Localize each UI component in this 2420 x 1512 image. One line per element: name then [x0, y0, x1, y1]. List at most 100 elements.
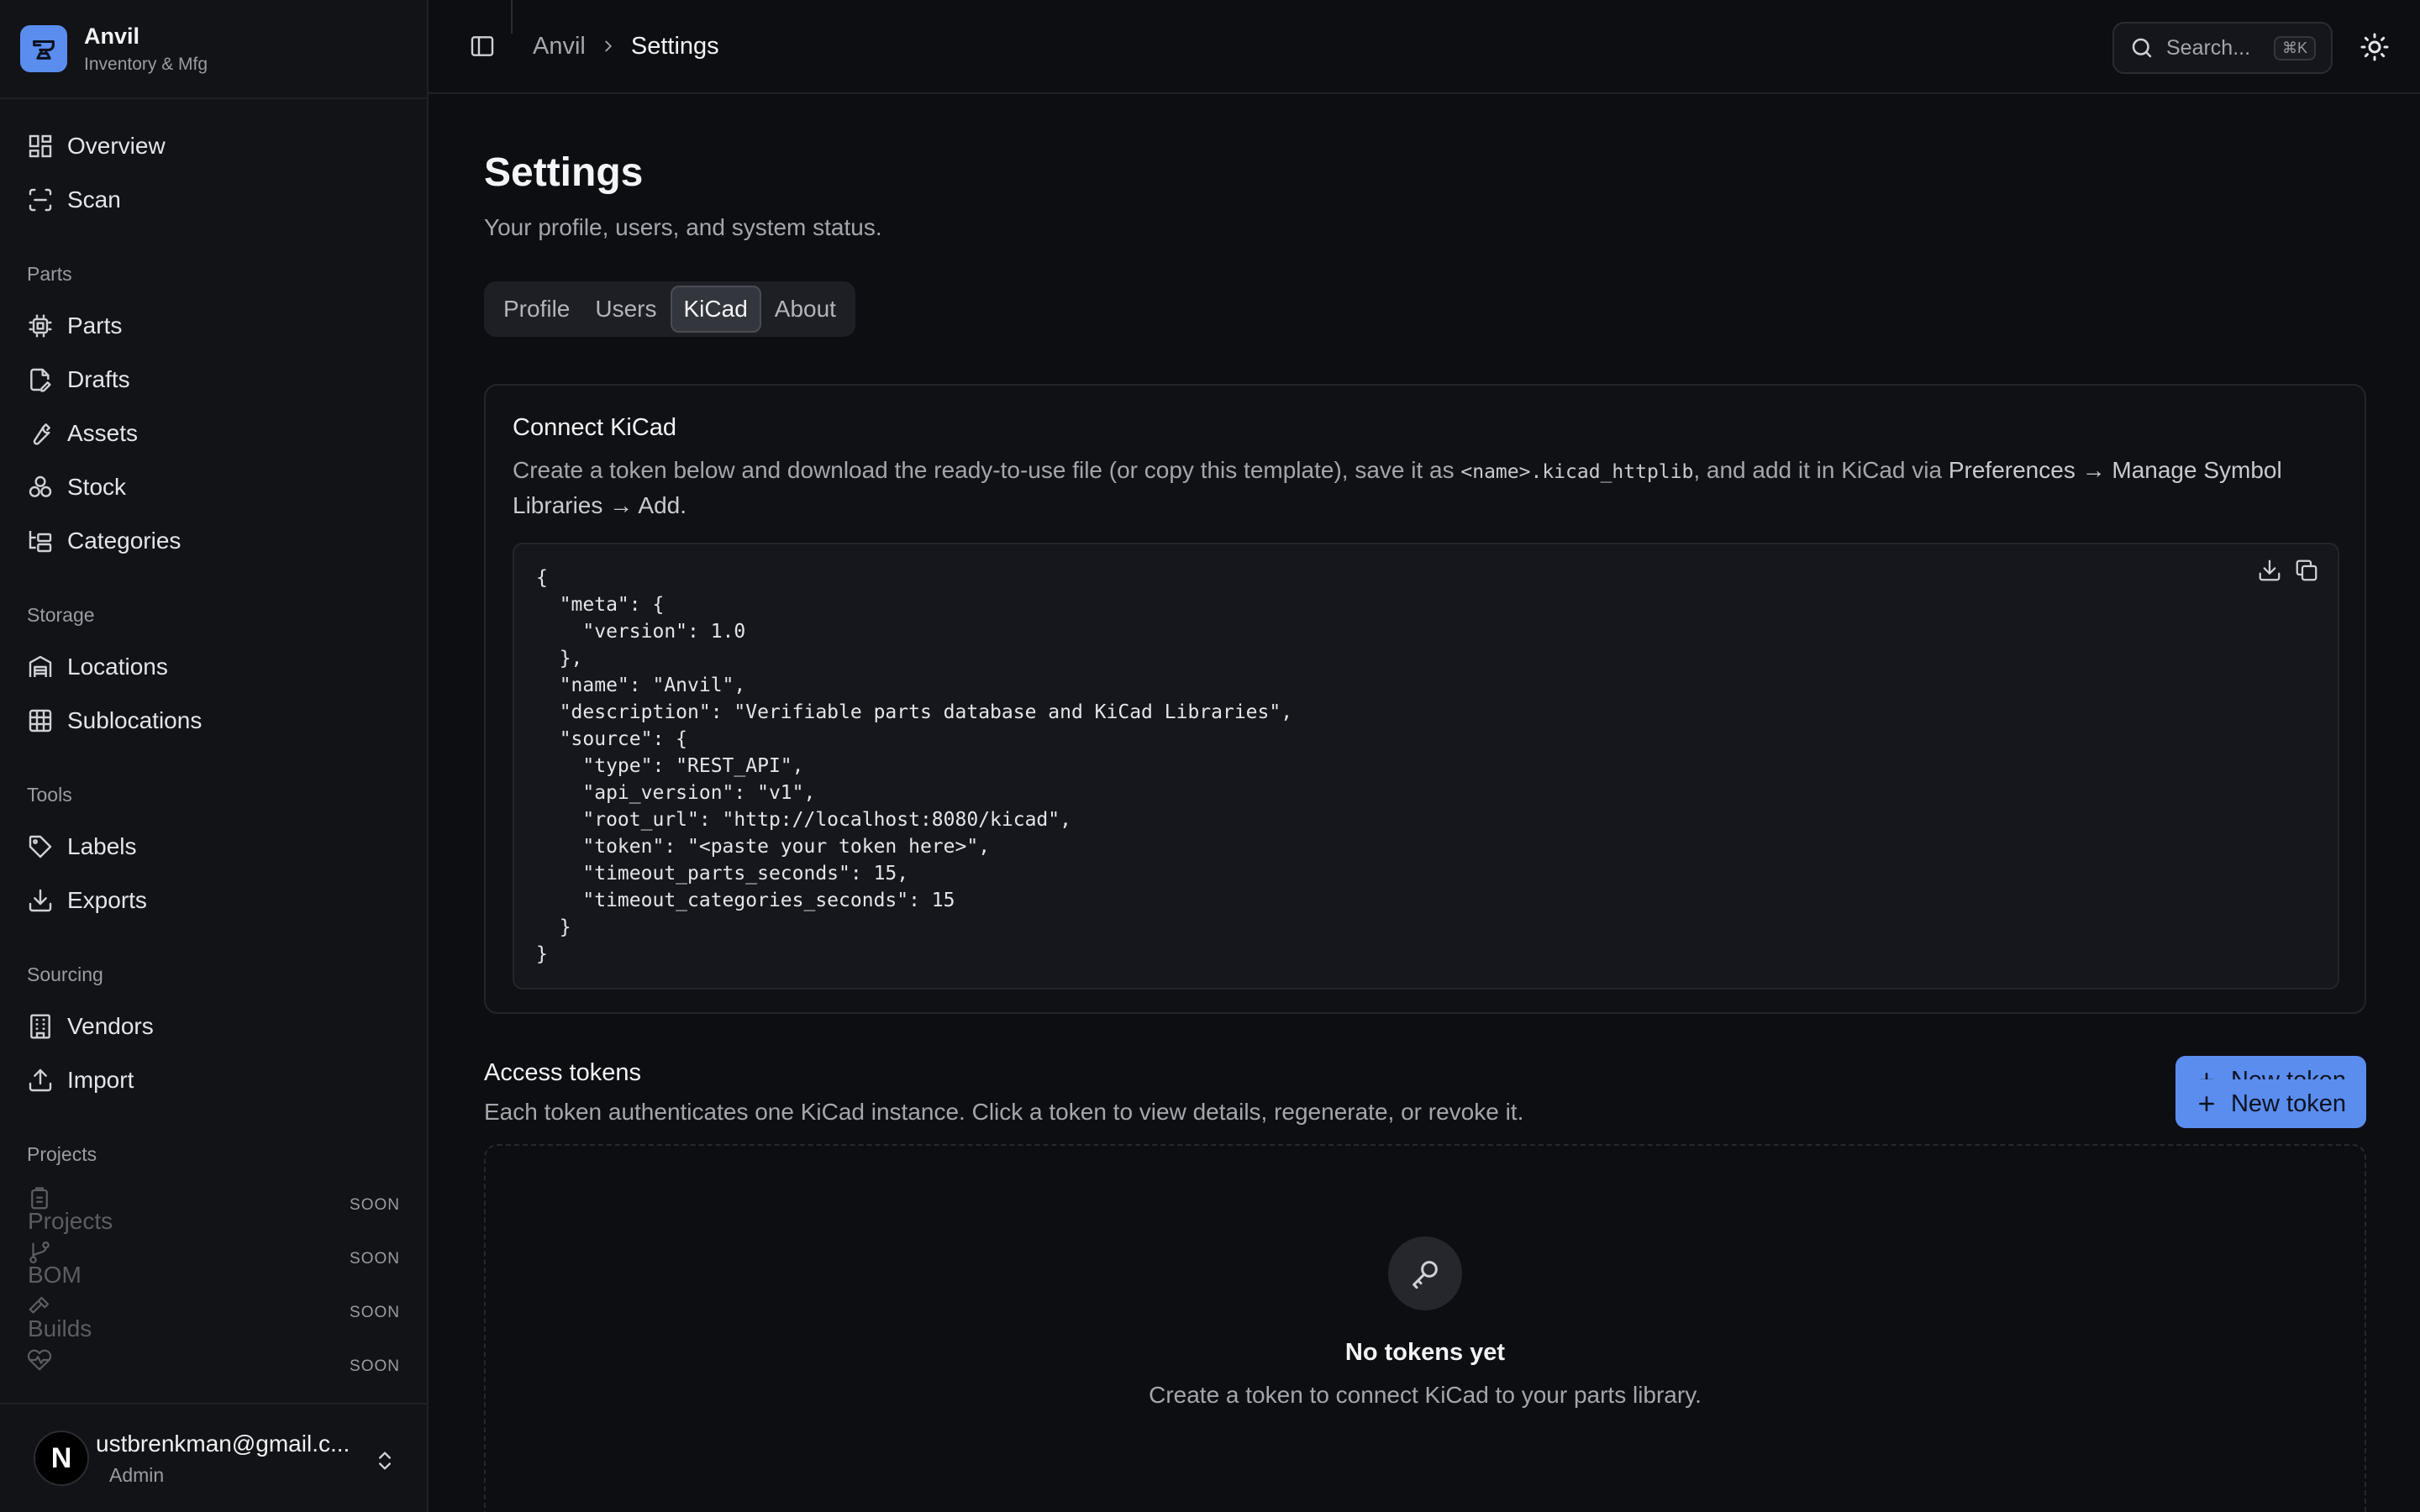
tab-profile[interactable]: Profile	[492, 287, 581, 331]
config-code-block: { "meta": { "version": 1.0 }, "name": "A…	[513, 543, 2339, 990]
sidebar-nav: Overview Scan Parts Parts Drafts Assets …	[0, 99, 427, 1394]
page-subtitle: Your profile, users, and system status.	[484, 214, 882, 240]
scan-icon	[29, 188, 52, 212]
grid-icon	[29, 709, 52, 732]
empty-new-token-button[interactable]: New token	[2175, 1079, 2366, 1128]
search-button[interactable]: Search... ⌘K	[2112, 22, 2333, 74]
settings-tabs: Profile Users KiCad About	[484, 281, 855, 337]
top-header: Anvil Settings Search... ⌘K	[429, 0, 2420, 94]
filename-code: <name>.kicad_httplib	[1460, 461, 1694, 483]
user-role: Admin	[109, 1463, 165, 1486]
sidebar-item-parts[interactable]: Parts	[0, 299, 427, 353]
soon-badge: SOON	[350, 1304, 400, 1321]
sidebar-item-scan[interactable]: Scan	[0, 173, 427, 227]
user-email: ustbrenkman@gmail.c...	[96, 1430, 350, 1457]
tab-users[interactable]: Users	[583, 287, 668, 331]
sidebar-item-projects: Projects SOON	[0, 1179, 427, 1234]
page-title: Settings	[484, 150, 644, 195]
card-title: Connect KiCad	[513, 414, 677, 441]
sidebar-item-locations[interactable]: Locations	[0, 640, 427, 694]
brand-name: Anvil	[84, 23, 140, 49]
sidebar-item-label: Labels	[67, 833, 137, 859]
breadcrumb-link-anvil[interactable]: Anvil	[533, 33, 586, 60]
sidebar-toggle-button[interactable]	[460, 24, 504, 68]
soon-badge: SOON	[350, 1357, 400, 1375]
sidebar-item-vendors[interactable]: Vendors	[0, 1000, 427, 1053]
plus-icon	[2199, 1096, 2214, 1111]
sidebar-item-label: Vendors	[67, 1013, 154, 1039]
card-description: Create a token below and download the re…	[513, 454, 2338, 522]
sidebar-item-drafts[interactable]: Drafts	[0, 353, 427, 407]
soon-badge: SOON	[350, 1196, 400, 1214]
chevron-right-icon	[605, 40, 612, 52]
file-pen-icon	[30, 368, 51, 392]
connect-kicad-card: Connect KiCad Create a token below and d…	[484, 384, 2366, 1014]
brand-subtitle: Inventory & Mfg	[84, 54, 208, 74]
key-icon	[1388, 1236, 1462, 1310]
sun-icon[interactable]	[2360, 32, 2390, 62]
button-label: New token	[2230, 1089, 2346, 1117]
sidebar-item-label: Exports	[67, 887, 147, 913]
heart-pulse-icon	[27, 1349, 52, 1371]
section-title-storage: Storage	[27, 604, 95, 626]
breadcrumb-current: Settings	[630, 32, 719, 60]
sidebar-item-label: Categories	[67, 528, 182, 554]
sidebar-item-label: Assets	[67, 420, 139, 446]
building-icon	[30, 1014, 50, 1039]
sidebar-item-exports[interactable]: Exports	[0, 874, 427, 927]
warehouse-icon	[29, 655, 52, 677]
avatar: N	[34, 1431, 89, 1486]
chip-icon	[29, 314, 52, 338]
sidebar-item-import[interactable]: Import	[0, 1053, 427, 1107]
search-shortcut: ⌘K	[2273, 35, 2316, 60]
sidebar-item-label: BOM	[28, 1262, 82, 1288]
access-tokens-section: Access tokens Each token authenticates o…	[484, 1056, 2366, 1512]
section-subtitle: Each token authenticates one KiCad insta…	[484, 1099, 1524, 1125]
section-title-parts: Parts	[27, 263, 72, 285]
sidebar-item-label: Locations	[67, 654, 168, 680]
section-title-sourcing: Sourcing	[27, 963, 103, 985]
layout-grid-icon	[29, 134, 52, 158]
folder-tree-icon	[29, 531, 52, 553]
copy-icon[interactable]	[2294, 558, 2319, 583]
sidebar-item-label: Overview	[67, 133, 166, 159]
anvil-logo-icon	[20, 25, 67, 72]
section-title-tools: Tools	[27, 784, 72, 806]
sidebar-item-label: Scan	[67, 186, 121, 213]
sidebar-item-label: Sublocations	[67, 707, 203, 733]
sidebar-item-stock[interactable]: Stock	[0, 460, 427, 514]
sidebar-item-bom: BOM SOON	[0, 1233, 427, 1288]
sidebar-item-sublocations[interactable]: Sublocations	[0, 694, 427, 748]
sidebar-item-label: Import	[67, 1067, 134, 1093]
empty-subtitle: Create a token to connect KiCad to your …	[1149, 1382, 1702, 1408]
upload-icon	[29, 1068, 52, 1092]
sidebar-item-label: Builds	[28, 1315, 92, 1341]
sidebar-item-labels[interactable]: Labels	[0, 820, 427, 874]
soon-badge: SOON	[350, 1250, 400, 1268]
breadcrumb: Anvil Settings	[533, 33, 719, 60]
sidebar-item-builds: Builds SOON	[0, 1287, 427, 1341]
sidebar-item-label: Stock	[67, 474, 127, 500]
sidebar-item-categories[interactable]: Categories	[0, 514, 427, 568]
sidebar-item-health: SOON	[0, 1341, 427, 1394]
sidebar-item-overview[interactable]: Overview	[0, 119, 427, 173]
tab-about[interactable]: About	[763, 287, 848, 331]
sidebar: Anvil Inventory & Mfg Overview Scan Part…	[0, 0, 429, 1512]
section-title-projects: Projects	[27, 1143, 97, 1165]
sidebar-item-label: Projects	[28, 1208, 113, 1234]
sidebar-item-label: Parts	[67, 312, 123, 339]
section-title: Access tokens	[484, 1059, 641, 1086]
boxes-icon	[29, 475, 52, 497]
chevrons-up-down-icon	[379, 1452, 391, 1470]
empty-title: No tokens yet	[1344, 1339, 1506, 1366]
desc-text: Create a token below and download the re…	[513, 457, 1461, 483]
tag-icon	[29, 835, 52, 858]
brand[interactable]: Anvil Inventory & Mfg	[0, 0, 427, 99]
sidebar-item-assets[interactable]: Assets	[0, 407, 427, 460]
main-content: Settings Your profile, users, and system…	[484, 94, 2366, 1512]
user-menu[interactable]: N ustbrenkman@gmail.c... Admin	[0, 1403, 427, 1512]
search-icon	[2132, 38, 2152, 58]
search-placeholder: Search...	[2166, 35, 2251, 60]
download-icon[interactable]	[2257, 558, 2282, 583]
tab-kicad[interactable]: KiCad	[670, 286, 761, 333]
